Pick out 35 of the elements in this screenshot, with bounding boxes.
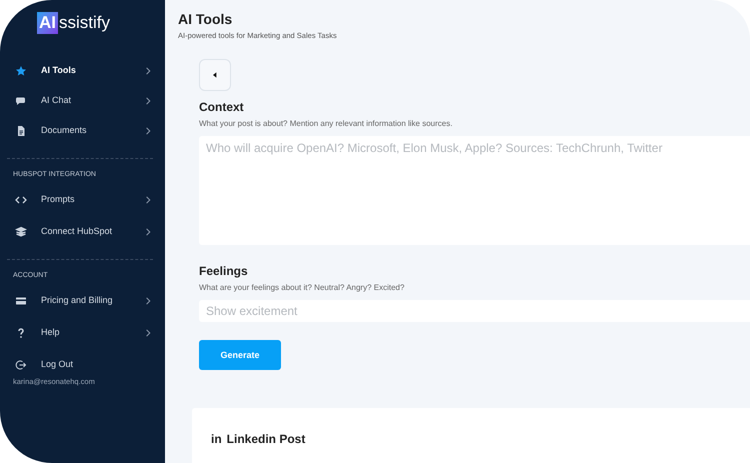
back-button[interactable] — [199, 59, 231, 92]
credit-card-icon — [15, 295, 27, 307]
page-title: AI Tools — [178, 10, 234, 28]
nav-item[interactable]: Documents — [7, 116, 153, 146]
field-label: Feelings — [199, 263, 249, 280]
context-text-area[interactable]: Who will acquire OpenAI? Microsoft, Elon Musk, Apple? Sources: TechChrunh, Twitter — [199, 136, 750, 246]
linkedin-logo: in — [211, 431, 222, 448]
chevron-right-icon — [146, 297, 151, 305]
document-icon — [15, 125, 27, 137]
code-brackets-icon — [15, 194, 27, 206]
logo-text: ssistify — [59, 12, 110, 34]
nav-item[interactable]: Connect HubSpot — [7, 217, 153, 247]
nav-item[interactable]: AI Tools — [7, 56, 153, 86]
layers-icon — [15, 226, 27, 238]
card-title: Linkedin Post — [226, 431, 306, 448]
nav-item[interactable]: Pricing and Billing — [7, 286, 153, 316]
logo-badge: AI — [37, 12, 58, 34]
feelings-input-field[interactable]: Show excitement — [199, 300, 750, 322]
chevron-right-icon — [146, 196, 151, 204]
chevron-right-icon — [146, 329, 151, 337]
chevron-right-icon — [146, 67, 151, 75]
nav-item[interactable]: Log Out — [7, 350, 153, 380]
nav-item[interactable]: Help — [7, 318, 153, 348]
field-hint: What are your feelings about it? Neutral? Angry? Excited? — [199, 282, 406, 294]
chat-bubble-icon — [15, 95, 27, 107]
field-hint: What your post is about? Mention any relevant information like sources. — [199, 118, 454, 130]
field-label: Context — [199, 99, 245, 116]
nav-item[interactable]: AI Chat — [7, 86, 153, 116]
star-icon — [15, 65, 27, 77]
chevron-right-icon — [146, 97, 151, 105]
caret-left-icon — [213, 72, 217, 78]
logout-icon — [15, 359, 27, 371]
chevron-right-icon — [146, 127, 151, 135]
chevron-right-icon — [146, 228, 151, 236]
nav-item[interactable]: Prompts — [7, 185, 153, 215]
